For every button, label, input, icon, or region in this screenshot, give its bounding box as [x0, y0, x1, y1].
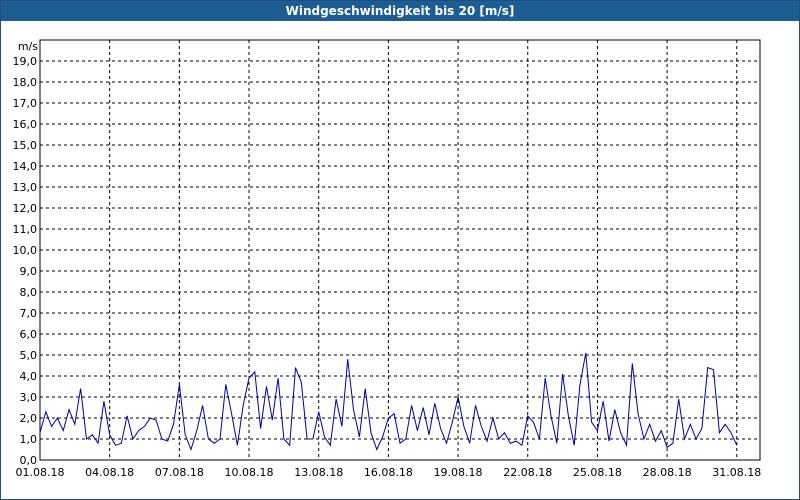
- y-tick-label: 4,0: [20, 370, 38, 383]
- y-tick-label: 7,0: [20, 307, 38, 320]
- y-tick-label: 8,0: [20, 286, 38, 299]
- y-tick-label: 14,0: [13, 160, 38, 173]
- x-axis-ticks: 01.08.18 04.08.18 07.08.18 10.08.18 13.08.18…: [16, 466, 762, 479]
- y-tick-label: 16,0: [13, 118, 38, 131]
- x-tick-label: 31.08.18: [712, 466, 761, 479]
- y-tick-label: 15,0: [13, 139, 38, 152]
- y-tick-label: 2,0: [20, 412, 38, 425]
- grid-lines: [40, 40, 760, 460]
- y-tick-label: 13,0: [13, 181, 38, 194]
- x-tick-label: 07.08.18: [155, 466, 204, 479]
- x-tick-label: 04.08.18: [85, 466, 134, 479]
- y-tick-label: 5,0: [20, 349, 38, 362]
- y-tick-label: 1,0: [20, 433, 38, 446]
- y-tick-label: 6,0: [20, 328, 38, 341]
- y-tick-label: 12,0: [13, 202, 38, 215]
- x-tick-label: 28.08.18: [643, 466, 692, 479]
- y-axis-label: m/s: [18, 40, 38, 53]
- y-tick-label: 3,0: [20, 391, 38, 404]
- y-axis-ticks: 0,01,02,03,04,05,06,07,08,09,010,011,012…: [13, 55, 38, 467]
- x-tick-label: 16.08.18: [364, 466, 413, 479]
- x-tick-label: 25.08.18: [573, 466, 622, 479]
- y-tick-label: 19,0: [13, 55, 38, 68]
- x-tick-label: 19.08.18: [434, 466, 483, 479]
- y-tick-label: 9,0: [20, 265, 38, 278]
- y-tick-label: 18,0: [13, 76, 38, 89]
- x-tick-label: 01.08.18: [16, 466, 65, 479]
- y-tick-label: 17,0: [13, 97, 38, 110]
- x-tick-label: 13.08.18: [294, 466, 343, 479]
- chart-svg: 0,01,02,03,04,05,06,07,08,09,010,011,012…: [13, 39, 762, 479]
- y-tick-label: 10,0: [13, 244, 38, 257]
- y-tick-label: 11,0: [13, 223, 38, 236]
- x-tick-label: 22.08.18: [503, 466, 552, 479]
- x-tick-label: 10.08.18: [225, 466, 274, 479]
